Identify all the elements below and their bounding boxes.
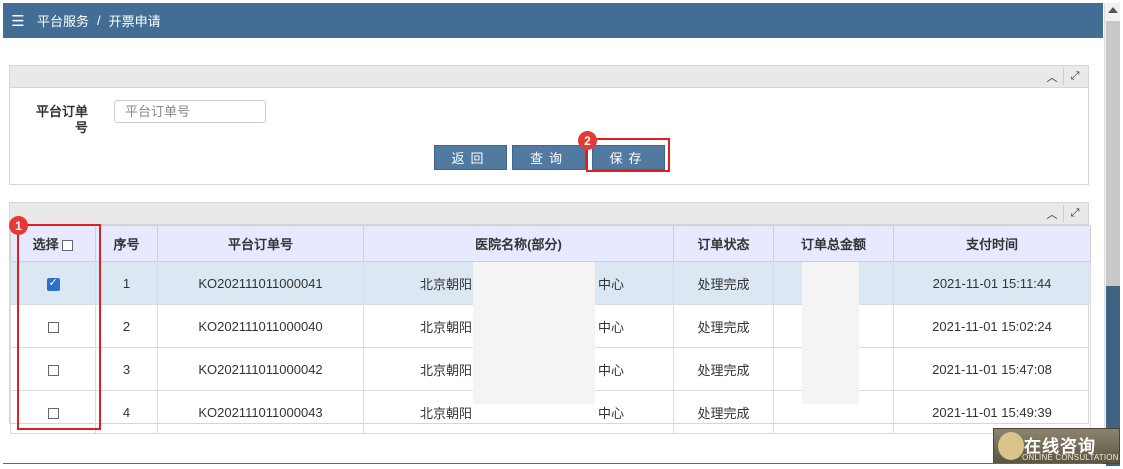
status-column-header: 订单状态 (673, 225, 774, 262)
breadcrumb-separator: / (97, 13, 101, 28)
hospital-name-prefix: 北京朝阳 (420, 363, 473, 378)
breadcrumb-current: 开票申请 (108, 14, 161, 29)
row-status: 处理完成 (673, 390, 774, 434)
hospital-name-prefix: 北京朝阳 (420, 406, 473, 421)
hospital-name-suffix: 中心 (598, 363, 625, 378)
redacted-amount-region (802, 262, 859, 404)
row-order-number: KO202111011000043 (157, 390, 364, 434)
hospital-name-suffix: 中心 (598, 277, 625, 292)
vertical-scrollbar[interactable] (1104, 3, 1120, 466)
row-index: 1 (95, 261, 158, 305)
online-consultation-widget[interactable]: 在线咨询 ONLINE CONSULTATION (993, 428, 1120, 464)
hospital-name-prefix: 北京朝阳 (420, 320, 473, 335)
row-status: 处理完成 (673, 261, 774, 305)
annotation-badge-2: 2 (578, 131, 597, 150)
order-number-label: 平台订单号 (35, 104, 88, 135)
row-status: 处理完成 (673, 304, 774, 348)
row-order-number: KO202111011000042 (157, 347, 364, 391)
hospital-name-prefix: 北京朝阳 (420, 277, 473, 292)
scroll-track[interactable] (1106, 21, 1120, 286)
select-column-highlight-box (17, 224, 101, 430)
search-panel-header: ︿ ⤢ (10, 66, 1088, 88)
top-bar: ☰ 平台服务 / 开票申请 (3, 3, 1103, 38)
chevron-up-icon[interactable]: ︿ (1041, 68, 1063, 85)
amount-column-header: 订单总金额 (773, 225, 894, 262)
paid-time-column-header: 支付时间 (893, 225, 1091, 262)
expand-icon[interactable]: ⤢ (1063, 205, 1086, 222)
save-highlight-box (586, 138, 670, 172)
hospital-name-suffix: 中心 (598, 406, 625, 421)
index-column-header: 序号 (95, 225, 158, 262)
order-number-input[interactable] (114, 100, 266, 123)
consultation-subtitle: ONLINE CONSULTATION (1022, 453, 1119, 462)
row-index: 4 (95, 390, 158, 434)
row-order-number: KO202111011000040 (157, 304, 364, 348)
row-index: 2 (95, 304, 158, 348)
breadcrumb-root[interactable]: 平台服务 (37, 11, 89, 30)
row-paid-time: 2021-11-01 15:47:08 (893, 347, 1091, 391)
hospital-column-header: 医院名称(部分) (363, 225, 674, 262)
headset-icon (998, 432, 1024, 460)
annotation-badge-1: 1 (9, 216, 28, 235)
hospital-name-suffix: 中心 (598, 320, 625, 335)
row-status: 处理完成 (673, 347, 774, 391)
row-index: 3 (95, 347, 158, 391)
row-paid-time: 2021-11-01 15:02:24 (893, 304, 1091, 348)
back-button[interactable]: 返回 (434, 145, 507, 170)
bottom-border (3, 463, 1103, 464)
redacted-hospital-region (473, 262, 595, 404)
menu-icon[interactable]: ☰ (5, 12, 31, 30)
table-panel-header: ︿ ⤢ (10, 203, 1088, 225)
table-header-row: 选择 序号 平台订单号 医院名称(部分) 订单状态 订单总金额 支付时间 (10, 225, 1091, 262)
order-number-column-header: 平台订单号 (157, 225, 364, 262)
query-button[interactable]: 查询 (512, 145, 586, 170)
chevron-up-icon[interactable]: ︿ (1041, 205, 1063, 222)
row-paid-time: 2021-11-01 15:11:44 (893, 261, 1091, 305)
row-order-number: KO202111011000041 (157, 261, 364, 305)
expand-icon[interactable]: ⤢ (1063, 68, 1086, 85)
scroll-up-icon[interactable] (1108, 7, 1118, 13)
search-panel: ︿ ⤢ 平台订单号 返回 查询 保存 (9, 65, 1089, 185)
